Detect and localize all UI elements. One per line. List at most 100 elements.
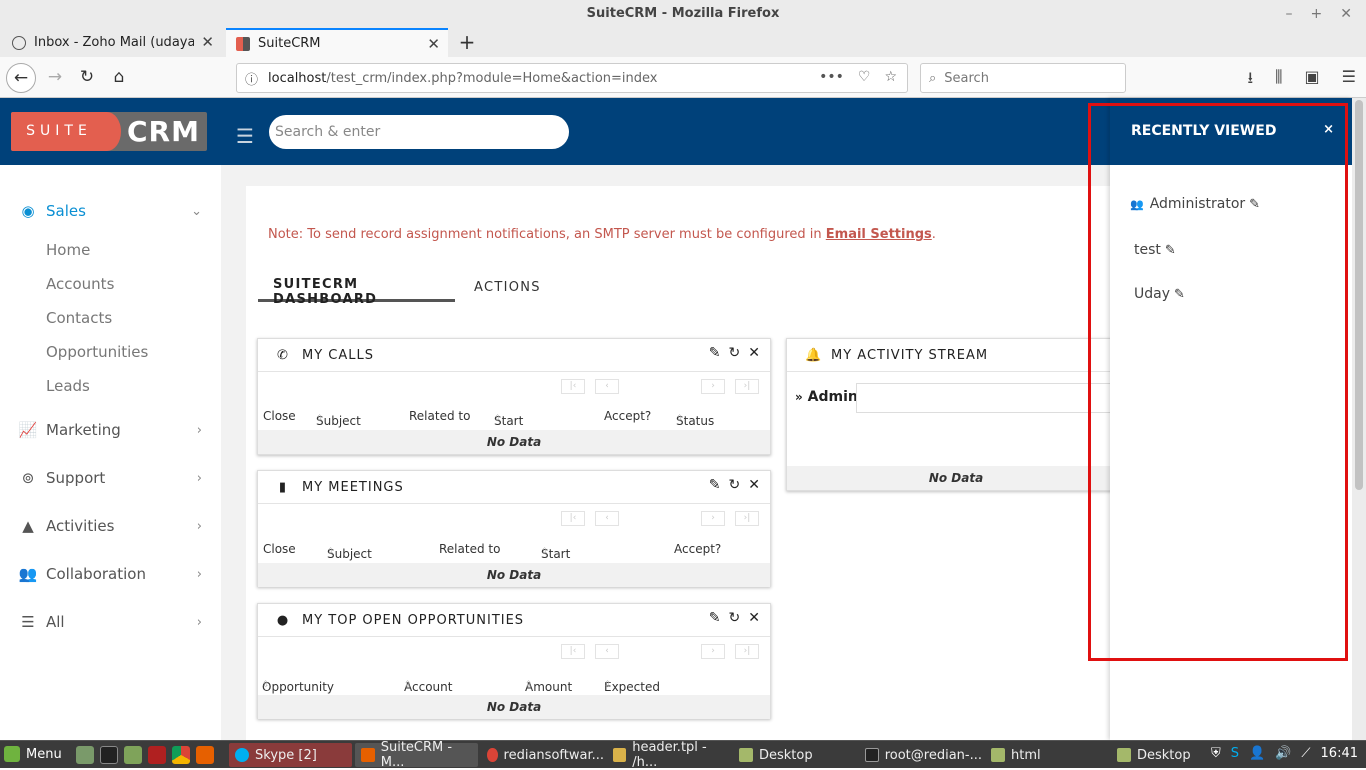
show-desktop-icon[interactable] (76, 746, 94, 764)
volume-icon[interactable]: 🔊 (1275, 746, 1291, 761)
sidebar-group-sales[interactable]: ◉ Sales ⌄ (18, 202, 206, 220)
taskbar-window-html[interactable]: html (985, 743, 1108, 767)
sidebar-item-leads[interactable]: Leads (46, 377, 90, 395)
sidebar-group-support[interactable]: ⊚ Support › (18, 469, 206, 487)
url-bar[interactable]: ⓘ localhost /test_crm/index.php?module=H… (236, 63, 908, 93)
terminal-icon[interactable] (100, 746, 118, 764)
sidebar-item-home[interactable]: Home (46, 241, 90, 259)
new-tab-button[interactable]: + (456, 28, 478, 57)
library-icon[interactable]: ⫼ (1275, 67, 1282, 94)
edit-icon[interactable]: ✎ (709, 610, 721, 626)
tab-suitecrm-dashboard[interactable]: SUITECRM DASHBOARD (258, 277, 455, 307)
close-tab-icon[interactable]: ✕ (427, 35, 440, 53)
last-page-button[interactable]: ›| (735, 379, 759, 394)
network-icon[interactable]: ⟋ (1301, 746, 1310, 761)
taskbar-window-chrome[interactable]: rediansoftwar... (481, 743, 604, 767)
user-icon[interactable]: 👤 (1249, 746, 1265, 761)
prev-page-button[interactable]: ‹ (595, 644, 619, 659)
first-page-button[interactable]: |‹ (561, 511, 585, 526)
email-settings-link[interactable]: Email Settings (826, 227, 932, 242)
sidebar-item-accounts[interactable]: Accounts (46, 275, 114, 293)
prev-page-button[interactable]: ‹ (595, 379, 619, 394)
edit-icon[interactable]: ✎ (709, 477, 721, 493)
last-page-button[interactable]: ›| (735, 644, 759, 659)
skype-tray-icon[interactable]: S (1231, 746, 1239, 761)
note-text: Note: To send record assignment notifica… (268, 227, 826, 242)
first-page-button[interactable]: |‹ (561, 644, 585, 659)
next-page-button[interactable]: › (701, 644, 725, 659)
crm-search-input[interactable]: Search & enter (269, 115, 569, 149)
sidebar-group-label: Collaboration (46, 565, 146, 583)
refresh-icon[interactable]: ↻ (729, 610, 741, 626)
sidebar-item-contacts[interactable]: Contacts (46, 309, 112, 327)
taskbar-window-suitecrm[interactable]: SuiteCRM - M... (355, 740, 478, 770)
next-page-button[interactable]: › (701, 379, 725, 394)
activity-user[interactable]: » Admin (795, 389, 858, 405)
close-icon[interactable]: ✕ (748, 610, 760, 626)
lightbulb-icon: ● (276, 612, 290, 628)
shield-icon[interactable]: ⛨ (1211, 746, 1221, 761)
page-scrollbar[interactable] (1352, 98, 1366, 740)
refresh-icon[interactable]: ↻ (729, 345, 741, 361)
hamburger-menu-icon[interactable]: ☰ (1342, 67, 1356, 94)
close-panel-icon[interactable]: × (1323, 122, 1334, 137)
no-data-row: No Data (258, 430, 770, 454)
crm-menu-icon[interactable]: ☰ (236, 124, 254, 148)
sidebar-group-all[interactable]: ☰ All › (18, 613, 206, 631)
back-button[interactable]: ← (6, 63, 36, 93)
sidebar-group-activities[interactable]: ▲ Activities › (18, 517, 206, 535)
sidebar-group-collaboration[interactable]: 👥 Collaboration › (18, 565, 206, 583)
tab-suitecrm[interactable]: SuiteCRM ✕ (226, 28, 448, 57)
close-tab-icon[interactable]: ✕ (201, 33, 214, 51)
downloads-icon[interactable]: ⭳ (1248, 67, 1254, 94)
filezilla-icon[interactable] (148, 746, 166, 764)
dashlet-my-calls: ✆ MY CALLS ✎ ↻ ✕ |‹ ‹ › ›| Close Subject… (257, 338, 771, 455)
minimize-icon[interactable]: – (1286, 6, 1293, 22)
files-icon[interactable] (124, 746, 142, 764)
next-page-button[interactable]: › (701, 511, 725, 526)
first-page-button[interactable]: |‹ (561, 379, 585, 394)
reload-button[interactable]: ↻ (72, 63, 102, 93)
recent-item-uday[interactable]: Uday ✎ (1134, 286, 1185, 302)
pocket-icon[interactable]: ♡ (858, 69, 871, 85)
sidebar-toggle-icon[interactable]: ▣ (1305, 67, 1320, 94)
forward-button[interactable]: → (40, 63, 70, 93)
edit-icon[interactable]: ✎ (1174, 287, 1185, 302)
suitecrm-logo[interactable]: SUITE CRM (11, 112, 207, 151)
start-menu-button[interactable]: Menu (4, 746, 62, 762)
chrome-icon[interactable] (172, 746, 190, 764)
bookmark-star-icon[interactable]: ☆ (884, 69, 897, 85)
scrollbar-thumb[interactable] (1355, 100, 1363, 490)
site-info-icon[interactable]: ⓘ (245, 69, 258, 88)
taskbar-window-terminal[interactable]: root@redian-... (859, 743, 982, 767)
sidebar-group-marketing[interactable]: 📈 Marketing › (18, 421, 206, 439)
prev-page-button[interactable]: ‹ (595, 511, 619, 526)
taskbar-window-editor[interactable]: header.tpl - /h... (607, 740, 730, 770)
sidebar-item-opportunities[interactable]: Opportunities (46, 343, 148, 361)
taskbar-window-skype[interactable]: Skype [2] (229, 743, 352, 767)
recent-item-test[interactable]: test ✎ (1134, 242, 1176, 258)
refresh-icon[interactable]: ↻ (729, 477, 741, 493)
close-icon[interactable]: ✕ (748, 345, 760, 361)
sidebar-group-label: All (46, 613, 65, 631)
sidebar-group-label: Support (46, 469, 106, 487)
tab-zoho-mail[interactable]: Inbox - Zoho Mail (udayagiri.r ✕ (2, 28, 222, 57)
last-page-button[interactable]: ›| (735, 511, 759, 526)
page-actions-menu-icon[interactable]: ••• (819, 69, 844, 85)
close-window-icon[interactable]: ✕ (1340, 6, 1352, 22)
tab-bar: Inbox - Zoho Mail (udayagiri.r ✕ SuiteCR… (0, 28, 1366, 57)
home-button[interactable]: ⌂ (104, 63, 134, 93)
edit-icon[interactable]: ✎ (1249, 197, 1260, 212)
taskbar-window-desktop[interactable]: Desktop (733, 743, 856, 767)
tab-label: Inbox - Zoho Mail (udayagiri.r (34, 35, 194, 50)
edit-icon[interactable]: ✎ (1165, 243, 1176, 258)
edit-icon[interactable]: ✎ (709, 345, 721, 361)
tab-actions[interactable]: ACTIONS (474, 280, 541, 295)
maximize-icon[interactable]: + (1311, 6, 1323, 22)
recent-item-administrator[interactable]: 👥 Administrator ✎ (1130, 196, 1260, 212)
activity-post-input[interactable] (856, 383, 1126, 413)
close-icon[interactable]: ✕ (748, 477, 760, 493)
sidebar-group-label: Marketing (46, 421, 121, 439)
browser-search-field[interactable]: ⌕ Search (920, 63, 1126, 93)
firefox-icon[interactable] (196, 746, 214, 764)
